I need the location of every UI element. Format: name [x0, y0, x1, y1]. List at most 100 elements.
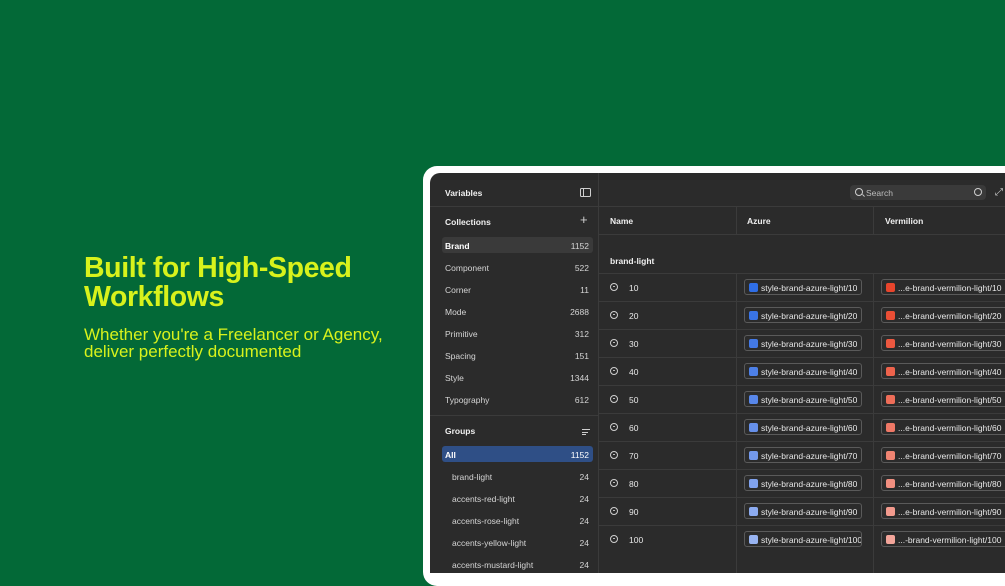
group-count: 24	[579, 560, 589, 570]
vermilion-value-chip[interactable]: ...e-brand-vermilion-light/60	[881, 419, 1005, 435]
azure-value-chip[interactable]: style-brand-azure-light/100	[744, 531, 862, 547]
sidebar-title: Variables	[445, 188, 483, 198]
column-header-azure[interactable]: Azure	[747, 216, 771, 226]
color-swatch	[886, 451, 895, 460]
table-row[interactable]: 30 style-brand-azure-light/30 ...e-brand-v…	[599, 329, 1005, 358]
table-row[interactable]: 20 style-brand-azure-light/20 ...e-brand-v…	[599, 301, 1005, 330]
color-swatch	[886, 535, 895, 544]
azure-value: style-brand-azure-light/80	[761, 479, 858, 489]
vermilion-value: ...e-brand-vermilion-light/80	[898, 479, 1002, 489]
column-header-vermilion[interactable]: Vermilion	[885, 216, 923, 226]
vermilion-value-chip[interactable]: ...e-brand-vermilion-light/70	[881, 447, 1005, 463]
variables-window: Variables Collections + Brand 1152 Compone…	[430, 173, 1005, 573]
collection-item[interactable]: Spacing 151	[442, 347, 593, 363]
table-row[interactable]: 90 style-brand-azure-light/90 ...e-brand-v…	[599, 497, 1005, 526]
vermilion-value-chip[interactable]: ...e-brand-vermilion-light/80	[881, 475, 1005, 491]
column-header-name[interactable]: Name	[610, 216, 633, 226]
sort-groups-icon[interactable]	[582, 429, 590, 435]
collection-count: 522	[574, 263, 589, 273]
collection-item[interactable]: Mode 2688	[442, 303, 593, 319]
color-swatch	[749, 367, 758, 376]
palette-icon	[610, 507, 618, 515]
azure-value: style-brand-azure-light/90	[761, 507, 858, 517]
table-row[interactable]: 40 style-brand-azure-light/40 ...e-brand-v…	[599, 357, 1005, 386]
vermilion-value: ...e-brand-vermilion-light/10	[898, 283, 1002, 293]
color-swatch	[749, 395, 758, 404]
search-input[interactable]: Search	[850, 185, 986, 200]
azure-value: style-brand-azure-light/30	[761, 339, 858, 349]
search-icon	[855, 188, 863, 196]
azure-value-chip[interactable]: style-brand-azure-light/70	[744, 447, 862, 463]
color-swatch	[749, 311, 758, 320]
collection-label: Component	[445, 263, 489, 273]
table-row[interactable]: 80 style-brand-azure-light/80 ...e-brand-v…	[599, 469, 1005, 498]
filter-icon[interactable]	[974, 188, 982, 196]
palette-icon	[610, 423, 618, 431]
color-swatch	[886, 311, 895, 320]
table-row[interactable]: 100 style-brand-azure-light/100 ...-brand-…	[599, 525, 1005, 554]
toolbar: Search ⤢	[599, 173, 1005, 207]
group-label: accents-mustard-light	[452, 560, 534, 570]
group-label: accents-red-light	[452, 494, 515, 504]
palette-icon	[610, 339, 618, 347]
column-divider	[736, 206, 737, 234]
azure-value-chip[interactable]: style-brand-azure-light/20	[744, 307, 862, 323]
group-item[interactable]: accents-rose-light 24	[442, 512, 593, 528]
color-swatch	[749, 535, 758, 544]
group-count: 24	[579, 472, 589, 482]
group-item[interactable]: accents-mustard-light 24	[442, 556, 593, 572]
collection-count: 612	[574, 395, 589, 405]
vermilion-value-chip[interactable]: ...e-brand-vermilion-light/30	[881, 335, 1005, 351]
collection-item[interactable]: Typography 612	[442, 391, 593, 407]
group-item[interactable]: brand-light 24	[442, 468, 593, 484]
add-collection-icon[interactable]: +	[580, 213, 588, 227]
vermilion-value-chip[interactable]: ...e-brand-vermilion-light/40	[881, 363, 1005, 379]
toggle-sidebar-icon[interactable]	[580, 188, 591, 197]
collection-item[interactable]: Brand 1152	[442, 237, 593, 253]
variable-name: 90	[629, 507, 639, 517]
azure-value-chip[interactable]: style-brand-azure-light/90	[744, 503, 862, 519]
variable-name: 70	[629, 451, 639, 461]
color-swatch	[749, 423, 758, 432]
vermilion-value-chip[interactable]: ...e-brand-vermilion-light/20	[881, 307, 1005, 323]
palette-icon	[610, 283, 618, 291]
expand-icon[interactable]: ⤢	[995, 187, 1003, 198]
vermilion-value-chip[interactable]: ...-brand-vermilion-light/100	[881, 531, 1005, 547]
table-row[interactable]: 70 style-brand-azure-light/70 ...e-brand-v…	[599, 441, 1005, 470]
azure-value: style-brand-azure-light/100	[761, 535, 862, 545]
collection-item[interactable]: Primitive 312	[442, 325, 593, 341]
color-swatch	[749, 479, 758, 488]
vermilion-value-chip[interactable]: ...e-brand-vermilion-light/90	[881, 503, 1005, 519]
collection-item[interactable]: Style 1344	[442, 369, 593, 385]
variable-name: 30	[629, 339, 639, 349]
collection-item[interactable]: Corner 11	[442, 281, 593, 297]
group-item[interactable]: accents-yellow-light 24	[442, 534, 593, 550]
azure-value-chip[interactable]: style-brand-azure-light/80	[744, 475, 862, 491]
collection-label: Primitive	[445, 329, 478, 339]
group-count: 24	[579, 538, 589, 548]
azure-value-chip[interactable]: style-brand-azure-light/30	[744, 335, 862, 351]
column-divider	[873, 273, 874, 573]
azure-value-chip[interactable]: style-brand-azure-light/50	[744, 391, 862, 407]
hero-title: Built for High-Speed Workflows	[84, 252, 352, 313]
collection-count: 11	[580, 285, 589, 295]
table-row[interactable]: 10 style-brand-azure-light/10 ...e-brand-v…	[599, 273, 1005, 302]
vermilion-value-chip[interactable]: ...e-brand-vermilion-light/50	[881, 391, 1005, 407]
group-item[interactable]: accents-red-light 24	[442, 490, 593, 506]
color-swatch	[749, 339, 758, 348]
azure-value-chip[interactable]: style-brand-azure-light/10	[744, 279, 862, 295]
table-row[interactable]: 60 style-brand-azure-light/60 ...e-brand-v…	[599, 413, 1005, 442]
color-swatch	[886, 423, 895, 432]
color-swatch	[749, 451, 758, 460]
group-item[interactable]: All 1152	[442, 446, 593, 462]
azure-value-chip[interactable]: style-brand-azure-light/40	[744, 363, 862, 379]
variable-name: 80	[629, 479, 639, 489]
variable-name: 40	[629, 367, 639, 377]
collection-item[interactable]: Component 522	[442, 259, 593, 275]
azure-value-chip[interactable]: style-brand-azure-light/60	[744, 419, 862, 435]
color-swatch	[749, 283, 758, 292]
azure-value: style-brand-azure-light/60	[761, 423, 858, 433]
palette-icon	[610, 367, 618, 375]
table-row[interactable]: 50 style-brand-azure-light/50 ...e-brand-v…	[599, 385, 1005, 414]
vermilion-value-chip[interactable]: ...e-brand-vermilion-light/10	[881, 279, 1005, 295]
